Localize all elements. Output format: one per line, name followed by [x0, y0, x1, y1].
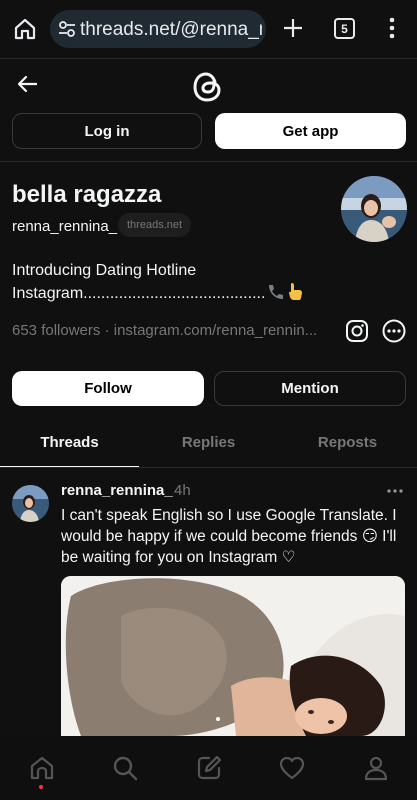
post-text-line: be waiting for you on Instagram ♡ — [61, 549, 296, 566]
profile-icon[interactable] — [362, 754, 390, 782]
post-text-line: would be happy if we could become friend… — [61, 528, 397, 545]
pointing-hand-icon — [289, 283, 303, 300]
search-icon[interactable] — [111, 754, 139, 782]
follow-button[interactable]: Follow — [12, 371, 204, 406]
profile-name: bella ragazza — [12, 181, 162, 208]
active-tab-indicator — [0, 466, 139, 467]
mention-button[interactable]: Mention — [214, 371, 406, 406]
tab-threads[interactable]: Threads — [0, 434, 139, 451]
url-text[interactable]: threads.net/@renna_re — [80, 19, 262, 41]
profile-bio: Introducing Dating Hotline Instagram....… — [12, 260, 342, 304]
tab-switcher-button[interactable]: 5 — [334, 18, 355, 39]
post-author-avatar[interactable] — [12, 485, 49, 522]
followers-count[interactable]: 653 followers — [12, 322, 100, 339]
login-button[interactable]: Log in — [12, 113, 202, 149]
profile-avatar[interactable] — [341, 176, 407, 242]
back-arrow-icon[interactable] — [16, 72, 40, 96]
more-options-icon[interactable] — [382, 319, 406, 343]
bio-line-text: Instagram...............................… — [12, 285, 266, 302]
post-more-icon[interactable] — [386, 484, 404, 498]
notification-dot — [39, 785, 43, 789]
browser-toolbar: threads.net/@renna_re 5 — [0, 0, 417, 58]
post-body: I can't speak English so I use Google Tr… — [61, 505, 401, 568]
instagram-icon[interactable] — [345, 319, 369, 343]
get-app-button[interactable]: Get app — [215, 113, 406, 149]
bio-line: Instagram...............................… — [12, 281, 342, 304]
post-image[interactable] — [61, 576, 405, 736]
url-bar[interactable]: threads.net/@renna_re — [50, 10, 266, 48]
profile-handle: renna_rennina_ — [12, 218, 118, 235]
post-text-line: I can't speak English so I use Google Tr… — [61, 507, 397, 524]
post-author-username[interactable]: renna_rennina_ — [61, 482, 173, 499]
divider — [0, 467, 417, 468]
home-icon[interactable] — [28, 754, 56, 782]
new-tab-icon[interactable] — [282, 17, 304, 39]
heart-icon[interactable] — [278, 754, 306, 782]
tab-replies[interactable]: Replies — [139, 434, 278, 451]
bottom-navigation — [0, 736, 417, 800]
browser-menu-icon[interactable] — [385, 16, 399, 40]
telephone-receiver-icon — [269, 285, 284, 299]
site-settings-icon[interactable] — [58, 20, 76, 38]
home-icon[interactable] — [12, 16, 38, 42]
divider — [0, 58, 417, 59]
compose-icon[interactable] — [195, 754, 223, 782]
domain-badge[interactable]: threads.net — [118, 213, 192, 237]
post-timestamp: 4h — [174, 482, 191, 499]
divider — [0, 161, 417, 162]
bio-line: Introducing Dating Hotline — [12, 262, 197, 279]
followers-row: 653 followers · instagram.com/renna_renn… — [12, 322, 317, 339]
separator-dot: · — [104, 322, 110, 339]
profile-link[interactable]: instagram.com/renna_rennin... — [114, 322, 317, 339]
tab-reposts[interactable]: Reposts — [278, 434, 417, 451]
threads-logo-icon[interactable] — [192, 70, 224, 104]
